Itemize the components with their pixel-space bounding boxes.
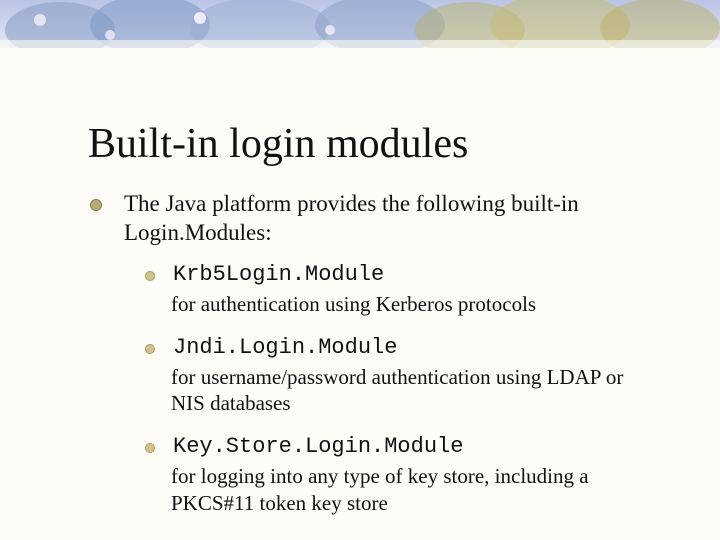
bullet-icon (145, 344, 155, 354)
bullet-icon (90, 199, 102, 211)
intro-text: The Java platform provides the following… (124, 190, 650, 248)
module-desc: for logging into any type of key store, … (171, 463, 650, 516)
module-desc: for authentication using Kerberos protoc… (171, 291, 650, 317)
intro-bullet: The Java platform provides the following… (90, 190, 650, 248)
slide-body: The Java platform provides the following… (90, 190, 650, 534)
module-name: Jndi.Login.Module (173, 335, 397, 360)
module-desc: for username/password authentication usi… (171, 364, 650, 417)
bullet-icon (145, 443, 155, 453)
slide: Built-in login modules The Java platform… (0, 0, 720, 540)
bullet-icon (145, 271, 155, 281)
list-item: Jndi.Login.Module for username/password … (145, 335, 650, 417)
module-name: Key.Store.Login.Module (173, 434, 463, 459)
module-name: Krb5Login.Module (173, 262, 384, 287)
decorative-banner (0, 0, 720, 70)
module-list: Krb5Login.Module for authentication usin… (145, 262, 650, 516)
list-item: Krb5Login.Module for authentication usin… (145, 262, 650, 317)
list-item: Key.Store.Login.Module for logging into … (145, 434, 650, 516)
slide-title: Built-in login modules (88, 120, 468, 168)
